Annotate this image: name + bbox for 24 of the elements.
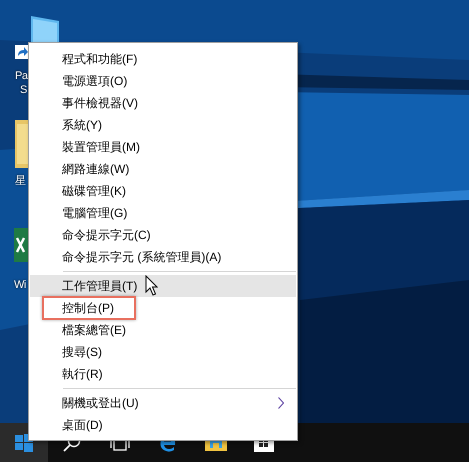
menu-item[interactable]: 工作管理員(T) <box>30 275 296 297</box>
icon-label: Pa <box>15 69 28 83</box>
menu-item[interactable]: 網路連線(W) <box>30 158 296 180</box>
menu-item[interactable]: 程式和功能(F) <box>30 48 296 70</box>
menu-item[interactable]: 執行(R) <box>30 363 296 385</box>
menu-item[interactable]: 控制台(P) <box>30 297 296 319</box>
menu-item[interactable]: 磁碟管理(K) <box>30 180 296 202</box>
icon-label: Wi <box>14 278 26 292</box>
shortcut-icon[interactable] <box>15 45 29 59</box>
spreadsheet-icon[interactable] <box>14 228 28 262</box>
menu-item[interactable]: 檔案總管(E) <box>30 319 296 341</box>
menu-item[interactable]: 裝置管理員(M) <box>30 136 296 158</box>
menu-item[interactable]: 事件檢視器(V) <box>30 92 296 114</box>
icon-label: S <box>20 83 27 97</box>
menu-item[interactable]: 桌面(D) <box>30 414 296 436</box>
menu-item[interactable]: 電源選項(O) <box>30 70 296 92</box>
menu-item[interactable]: 搜尋(S) <box>30 341 296 363</box>
menu-item[interactable]: 電腦管理(G) <box>30 202 296 224</box>
menu-item[interactable]: 命令提示字元 (系統管理員)(A) <box>30 246 296 268</box>
menu-item[interactable]: 命令提示字元(C) <box>30 224 296 246</box>
mouse-pointer-icon <box>145 275 158 296</box>
menu-item[interactable]: 系統(Y) <box>30 114 296 136</box>
menu-item[interactable]: 關機或登出(U) <box>30 392 296 414</box>
icon-label: 星 <box>15 174 26 188</box>
